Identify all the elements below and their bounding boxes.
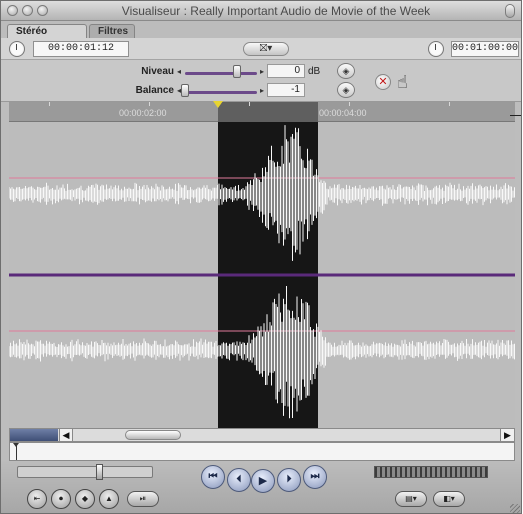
mark-in-icon: ⏺ — [59, 494, 63, 503]
keyframe-icon: ◈ — [342, 66, 350, 76]
ruler-label: 00:00:02:00 — [119, 108, 167, 118]
insert-button[interactable]: ⇤ — [27, 489, 47, 509]
play-in-out-button[interactable]: ⏴ — [227, 468, 251, 492]
ruler-label: 00:00:04:00 — [319, 108, 367, 118]
insert-icon: ⇤ — [33, 494, 41, 503]
shuttle-control[interactable] — [17, 464, 153, 480]
tab-filtres[interactable]: Filtres — [89, 24, 135, 38]
scroll-thumb[interactable] — [125, 430, 181, 440]
clock-icon — [9, 41, 25, 57]
play-around-icon: ⏵ — [286, 474, 292, 485]
add-marker-button[interactable]: ▲ — [99, 489, 119, 509]
next-edit-button[interactable]: ⏭ — [303, 465, 327, 489]
play-icon: ▶ — [258, 475, 268, 487]
arrow-right-icon[interactable]: ▸ — [260, 67, 264, 76]
balance-label: Balance — [135, 85, 174, 96]
ruler-tick — [49, 102, 50, 106]
arrow-left-icon[interactable]: ◂ — [177, 67, 181, 76]
next-edit-icon: ⏭ — [310, 471, 320, 482]
keyframe-icon: ◆ — [81, 494, 89, 503]
resize-grip[interactable] — [510, 504, 520, 513]
play-in-out-icon: ⏴ — [236, 474, 242, 485]
niveau-slider-knob[interactable] — [232, 65, 241, 78]
niveau-unit-label: dB — [308, 66, 321, 77]
ruler-selection — [218, 102, 318, 122]
playhead-marker[interactable] — [213, 101, 223, 108]
balance-keyframe-button[interactable]: ◈ — [337, 82, 355, 98]
tab-bar: Stéréo (a1a2) Filtres — [1, 21, 521, 50]
balance-value-field[interactable]: -1 — [267, 83, 305, 97]
zoom-slider[interactable] — [10, 429, 58, 441]
mark-in-button[interactable]: ⏺ — [51, 489, 71, 509]
ruler-tick — [349, 102, 350, 106]
minimize-button[interactable] — [22, 5, 33, 16]
mark-button[interactable]: ⛝▾ — [243, 42, 289, 56]
scrubber-playhead[interactable] — [13, 443, 19, 460]
play-button[interactable]: ▶ — [251, 469, 275, 493]
zoom-scroll-bar: ◀ ▶ — [9, 428, 515, 442]
prev-edit-icon: ⏮ — [208, 471, 218, 482]
close-button[interactable] — [7, 5, 18, 16]
reset-icon: ✕ — [378, 76, 388, 88]
niveau-value-field[interactable]: 0 — [267, 64, 305, 78]
niveau-label: Niveau — [141, 66, 174, 77]
level-callout-line — [510, 115, 521, 116]
shuttle-knob[interactable] — [96, 464, 103, 480]
viewer-window: Visualiseur : Really Important Audio de … — [0, 0, 522, 514]
balance-slider-track[interactable] — [185, 91, 257, 94]
scroll-right-button[interactable]: ▶ — [500, 429, 514, 441]
zoom-button[interactable] — [37, 5, 48, 16]
channel-options-icon: ◧▾ — [443, 494, 455, 503]
ruler-tick — [149, 102, 150, 106]
timeline-ruler[interactable]: 00:00:02:00 00:00:04:00 — [9, 102, 515, 122]
waveform-display[interactable] — [9, 122, 515, 428]
add-keyframe-button[interactable]: ◆ — [75, 489, 95, 509]
scroll-left-button[interactable]: ◀ — [59, 429, 73, 441]
arrow-right-icon: ▶ — [504, 430, 511, 440]
view-options-popup[interactable]: ▤▾ — [395, 491, 427, 507]
audio-controls: Niveau ◂ ▸ 0 dB ◈ Balance ◂ ▸ -1 ◈ ✕ ☝ — [1, 60, 521, 102]
waveform-area[interactable] — [9, 122, 515, 428]
reset-button[interactable]: ✕ — [375, 74, 391, 90]
view-options-icon: ▤▾ — [405, 494, 417, 503]
duration-timecode-field[interactable]: 00:01:00:00 — [451, 41, 519, 57]
tab-stereo[interactable]: Stéréo (a1a2) — [7, 24, 87, 50]
timecode-bar: 00:00:01:12 ⛝▾ 00:01:00:00 — [1, 38, 521, 60]
chevron-down-icon: ▾ — [267, 43, 273, 54]
match-frame-icon: ⏯ — [139, 494, 147, 503]
toolbar-toggle-button[interactable] — [505, 4, 515, 18]
balance-slider-knob[interactable] — [181, 84, 189, 97]
drag-hand-icon[interactable]: ☝ — [397, 72, 408, 93]
keyframe-icon: ◈ — [342, 85, 350, 95]
niveau-keyframe-button[interactable]: ◈ — [337, 63, 355, 79]
arrow-right-icon[interactable]: ▸ — [260, 86, 264, 95]
title-bar[interactable]: Visualiseur : Really Important Audio de … — [1, 1, 521, 21]
arrow-left-icon: ◀ — [62, 430, 70, 440]
marker-icon: ▲ — [105, 494, 113, 503]
prev-edit-button[interactable]: ⏮ — [201, 465, 225, 489]
clock-icon — [428, 41, 444, 57]
ruler-tick — [249, 102, 250, 106]
scrubber-bar[interactable] — [9, 442, 515, 461]
play-around-button[interactable]: ⏵ — [277, 468, 301, 492]
match-frame-button[interactable]: ⏯ — [127, 491, 159, 507]
niveau-slider-track[interactable] — [185, 72, 257, 75]
current-timecode-field[interactable]: 00:00:01:12 — [33, 41, 129, 57]
jog-control[interactable] — [374, 466, 488, 478]
channel-options-popup[interactable]: ◧▾ — [433, 491, 465, 507]
window-title: Visualiseur : Really Important Audio de … — [121, 4, 431, 18]
ruler-tick — [449, 102, 450, 106]
transport-controls: ⏮ ⏴ ▶ ⏵ ⏭ ⇤ ⏺ ◆ ▲ ⏯ ▤▾ ◧▾ — [1, 461, 521, 513]
